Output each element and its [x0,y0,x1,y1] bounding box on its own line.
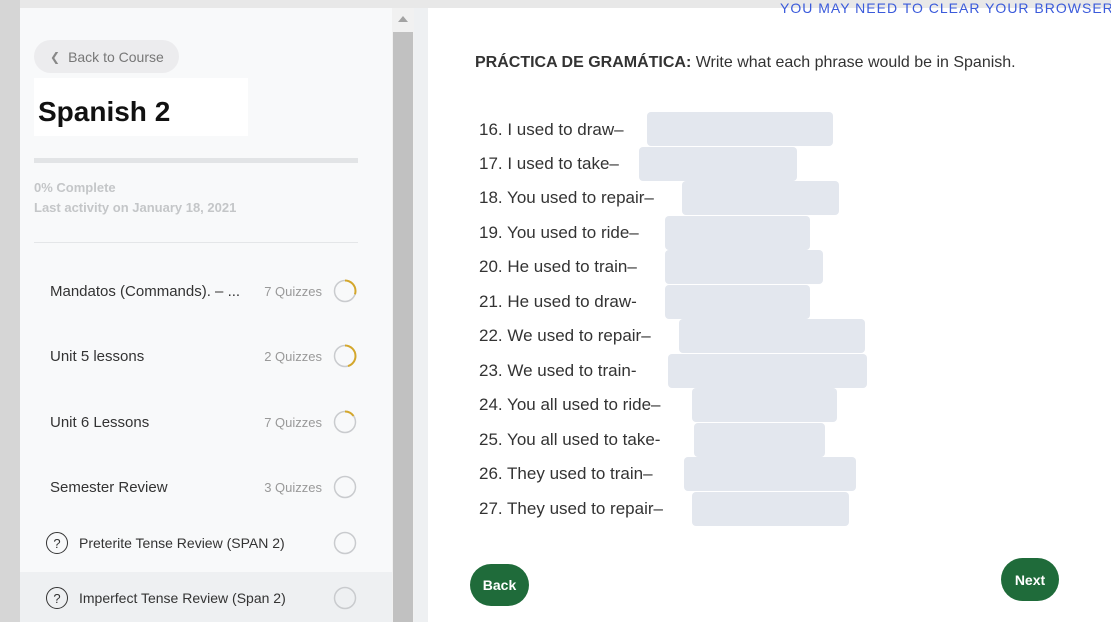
quiz-row-active[interactable]: ? Imperfect Tense Review (Span 2) [20,572,392,622]
answer-field[interactable] [665,216,810,250]
answer-field[interactable] [694,423,825,457]
section-label: Mandatos (Commands). – ... [50,282,241,300]
question-circle-icon: ? [46,532,68,554]
content-left-shadow [414,8,428,622]
section-label: Unit 5 lessons [50,347,145,365]
section-quiz-count: 7 Quizzes [264,283,322,299]
scrollbar-thumb[interactable] [393,32,413,622]
course-progress-bar [34,158,358,163]
section-row[interactable]: Mandatos (Commands). – ... 7 Quizzes [20,273,392,309]
window-left-edge [0,0,20,622]
question-text: 17. I used to take– [479,154,619,173]
progress-ring-icon [333,279,357,303]
quiz-label: Preterite Tense Review (SPAN 2) [79,535,285,551]
answer-field[interactable] [639,147,797,181]
question-circle-icon: ? [46,587,68,609]
sidebar-divider [34,242,358,243]
section-quiz-count: 3 Quizzes [264,479,322,495]
answer-field[interactable] [684,457,856,491]
progress-ring-icon [333,586,357,610]
next-button[interactable]: Next [1001,558,1059,601]
quiz-label: Imperfect Tense Review (Span 2) [79,590,286,606]
section-row[interactable]: Semester Review 3 Quizzes [20,469,392,505]
question-text: 18. You used to repair– [479,188,654,207]
section-quiz-count: 7 Quizzes [264,414,322,430]
course-sidebar: ❮ Back to Course Spanish 2 0% Complete L… [20,8,392,622]
section-label: Semester Review [50,478,168,496]
back-to-course-button[interactable]: ❮ Back to Course [34,40,179,73]
question-text: 25. You all used to take- [479,430,661,449]
progress-ring-icon [333,531,357,555]
sidebar-scrollbar[interactable] [392,8,414,622]
question-text: 20. He used to train– [479,257,637,276]
question-text: 24. You all used to ride– [479,395,661,414]
progress-ring-icon [333,475,357,499]
quiz-row[interactable]: ? Preterite Tense Review (SPAN 2) [20,521,392,565]
heading-text: Write what each phrase would be in Spani… [691,54,1016,71]
question-text: 22. We used to repair– [479,326,651,345]
course-title-box: Spanish 2 [34,78,248,136]
section-label: Unit 6 Lessons [50,413,150,431]
last-activity-text: Last activity on January 18, 2021 [34,200,237,215]
section-row[interactable]: Unit 5 lessons 2 Quizzes [20,338,392,374]
course-title: Spanish 2 [38,96,171,127]
scroll-up-arrow-icon[interactable] [398,16,408,22]
progress-ring-icon [333,344,357,368]
section-quiz-count: 2 Quizzes [264,348,322,364]
heading-bold: PRÁCTICA DE GRAMÁTICA: [475,54,692,71]
back-to-course-label: Back to Course [68,48,164,65]
answer-field[interactable] [668,354,867,388]
answer-field[interactable] [692,492,849,526]
progress-ring-icon [333,410,357,434]
answer-field[interactable] [647,112,833,146]
exercise-heading: PRÁCTICA DE GRAMÁTICA: Write what each p… [475,54,1016,72]
question-text: 23. We used to train- [479,361,637,380]
answer-field[interactable] [682,181,839,215]
lesson-content: YOU MAY NEED TO CLEAR YOUR BROWSER PRÁCT… [414,0,1111,622]
question-text: 27. They used to repair– [479,499,663,518]
back-button[interactable]: Back [470,564,529,606]
section-row[interactable]: Unit 6 Lessons 7 Quizzes [20,404,392,440]
answer-field[interactable] [679,319,865,353]
top-notice[interactable]: YOU MAY NEED TO CLEAR YOUR BROWSER [780,0,1111,16]
question-text: 16. I used to draw– [479,120,624,139]
progress-text: 0% Complete [34,180,116,195]
question-text: 21. He used to draw- [479,292,637,311]
question-text: 19. You used to ride– [479,223,639,242]
chevron-left-icon: ❮ [50,49,61,64]
answer-field[interactable] [692,388,837,422]
answer-field[interactable] [665,285,810,319]
question-text: 26. They used to train– [479,464,653,483]
answer-field[interactable] [665,250,823,284]
